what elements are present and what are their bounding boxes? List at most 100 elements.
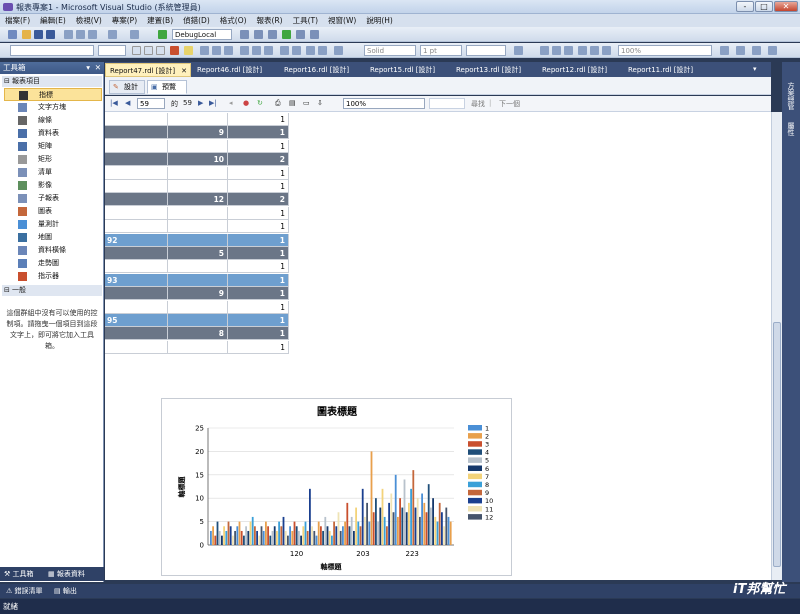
toolbox-item[interactable]: 量測計 bbox=[4, 218, 102, 231]
bring-front-icon[interactable] bbox=[578, 46, 587, 55]
page-setup-icon[interactable]: ▭ bbox=[303, 99, 310, 107]
close-tab-icon[interactable]: ✕ bbox=[181, 64, 187, 78]
paste-icon[interactable] bbox=[88, 30, 97, 39]
menu-tools[interactable]: 工具(T) bbox=[288, 14, 323, 27]
close-button[interactable]: ✕ bbox=[774, 1, 798, 12]
find-next-link[interactable]: 下一個 bbox=[499, 99, 520, 109]
align-middle-icon[interactable] bbox=[252, 46, 261, 55]
align-right-icon[interactable] bbox=[224, 46, 233, 55]
solution-config-select[interactable]: DebugLocal bbox=[172, 29, 232, 40]
toolbox-icon[interactable] bbox=[268, 30, 277, 39]
menu-view[interactable]: 檢視(V) bbox=[71, 14, 107, 27]
solution-explorer-tab[interactable]: 方案總管 bbox=[786, 82, 796, 110]
properties-tab[interactable]: 屬性 bbox=[786, 122, 796, 136]
toolbox-item[interactable]: 走勢圖 bbox=[4, 257, 102, 270]
align-controls-icon[interactable] bbox=[540, 46, 549, 55]
doc-tab-report47[interactable]: Report47.rdl [設計] ✕ bbox=[105, 63, 191, 77]
vertical-scrollbar[interactable] bbox=[771, 112, 782, 580]
zoom-select[interactable]: 100% bbox=[618, 45, 712, 56]
toolbox-item[interactable]: 圖表 bbox=[4, 205, 102, 218]
stop-icon[interactable]: ● bbox=[243, 99, 249, 107]
toolbox-item[interactable]: 影像 bbox=[4, 179, 102, 192]
previous-page-icon[interactable]: ◀ bbox=[125, 99, 130, 107]
toolbox-item[interactable]: 資料表 bbox=[4, 127, 102, 140]
maximize-button[interactable]: □ bbox=[755, 1, 773, 12]
tab-design[interactable]: ✎ 設計 bbox=[109, 80, 145, 94]
undo-icon[interactable] bbox=[108, 30, 117, 39]
align-top-icon[interactable] bbox=[240, 46, 249, 55]
borders-icon[interactable] bbox=[514, 46, 523, 55]
doc-tab-report16[interactable]: Report16.rdl [設計] bbox=[280, 63, 366, 77]
menu-edit[interactable]: 編輯(E) bbox=[35, 14, 71, 27]
bold-icon[interactable] bbox=[132, 46, 141, 55]
collapse-icon[interactable]: ⊟ bbox=[4, 285, 10, 296]
doc-tab-report13[interactable]: Report13.rdl [設計] bbox=[452, 63, 538, 77]
last-page-icon[interactable]: ▶| bbox=[209, 99, 217, 107]
object-browser-icon[interactable] bbox=[296, 30, 305, 39]
properties-icon[interactable] bbox=[254, 30, 263, 39]
toolbox-item[interactable]: 資料橫條 bbox=[4, 244, 102, 257]
page-number-input[interactable]: 59 bbox=[137, 98, 165, 109]
font-size-select[interactable] bbox=[98, 45, 126, 56]
tab-preview[interactable]: ▣ 預覽 bbox=[147, 80, 187, 94]
layout-grid-icon[interactable] bbox=[720, 46, 729, 55]
bullets-icon[interactable] bbox=[280, 46, 289, 55]
send-back-icon[interactable] bbox=[590, 46, 599, 55]
align-bottom-icon[interactable] bbox=[264, 46, 273, 55]
align-center-icon[interactable] bbox=[212, 46, 221, 55]
open-icon[interactable] bbox=[22, 30, 31, 39]
menu-build[interactable]: 建置(B) bbox=[142, 14, 178, 27]
line-style-select[interactable]: Solid bbox=[364, 45, 416, 56]
font-color-icon[interactable] bbox=[170, 46, 179, 55]
tab-toolbox[interactable]: ⚒ 工具箱 bbox=[4, 569, 34, 579]
toolbox-section-report-items[interactable]: ⊟ 報表項目 bbox=[2, 76, 102, 87]
toolbox-item[interactable]: 子報表 bbox=[4, 192, 102, 205]
minimize-button[interactable]: - bbox=[736, 1, 754, 12]
save-icon[interactable] bbox=[34, 30, 43, 39]
align-left-icon[interactable] bbox=[200, 46, 209, 55]
export-icon[interactable]: ⇩ bbox=[317, 99, 323, 107]
doc-tab-report46[interactable]: Report46.rdl [設計] bbox=[193, 63, 279, 77]
center-icon[interactable] bbox=[602, 46, 611, 55]
toolbox-item[interactable]: 指標 bbox=[4, 88, 102, 101]
toolbox-item[interactable]: 矩形 bbox=[4, 153, 102, 166]
tab-report-data[interactable]: ▦ 報表資料 bbox=[48, 569, 85, 579]
underline-icon[interactable] bbox=[156, 46, 165, 55]
tab-order-icon[interactable] bbox=[768, 46, 777, 55]
toolbox-item[interactable]: 線條 bbox=[4, 114, 102, 127]
doc-tab-report11[interactable]: Report11.rdl [設計] bbox=[624, 63, 710, 77]
italic-icon[interactable] bbox=[144, 46, 153, 55]
size-to-grid-icon[interactable] bbox=[752, 46, 761, 55]
toolbox-item[interactable]: 矩陣 bbox=[4, 140, 102, 153]
print-icon[interactable]: ⎙ bbox=[275, 99, 281, 108]
refresh-icon[interactable]: ↻ bbox=[257, 99, 263, 107]
border-color-icon[interactable] bbox=[334, 46, 343, 55]
toolbox-item[interactable]: 文字方塊 bbox=[4, 101, 102, 114]
collapse-icon[interactable]: ⊟ bbox=[4, 76, 10, 87]
find-link[interactable]: 尋找 bbox=[471, 99, 485, 109]
toolbox-section-general[interactable]: ⊟ 一般 bbox=[2, 285, 102, 296]
tab-output[interactable]: ▤ 輸出 bbox=[54, 586, 77, 596]
back-icon[interactable]: ◂ bbox=[229, 99, 233, 107]
find-icon[interactable] bbox=[240, 30, 249, 39]
tab-overflow-icon[interactable]: ▾ bbox=[753, 65, 757, 73]
cut-icon[interactable] bbox=[64, 30, 73, 39]
menu-window[interactable]: 視窗(W) bbox=[323, 14, 361, 27]
toolbox-item[interactable]: 地圖 bbox=[4, 231, 102, 244]
new-project-icon[interactable] bbox=[8, 30, 17, 39]
menu-file[interactable]: 檔案(F) bbox=[0, 14, 35, 27]
toolbox-item[interactable]: 清單 bbox=[4, 166, 102, 179]
outdent-icon[interactable] bbox=[318, 46, 327, 55]
make-same-size-icon[interactable] bbox=[552, 46, 561, 55]
menu-debug[interactable]: 偵錯(D) bbox=[178, 14, 215, 27]
start-debug-icon[interactable] bbox=[158, 30, 167, 39]
snap-icon[interactable] bbox=[736, 46, 745, 55]
toolbox-item[interactable]: 指示器 bbox=[4, 270, 102, 283]
line-color-select[interactable] bbox=[466, 45, 506, 56]
close-panel-icon[interactable]: ✕ bbox=[95, 62, 101, 74]
print-layout-icon[interactable]: ▤ bbox=[289, 99, 296, 107]
menu-help[interactable]: 說明(H) bbox=[361, 14, 398, 27]
save-all-icon[interactable] bbox=[46, 30, 55, 39]
menu-format[interactable]: 格式(O) bbox=[215, 14, 252, 27]
doc-tab-report15[interactable]: Report15.rdl [設計] bbox=[366, 63, 452, 77]
